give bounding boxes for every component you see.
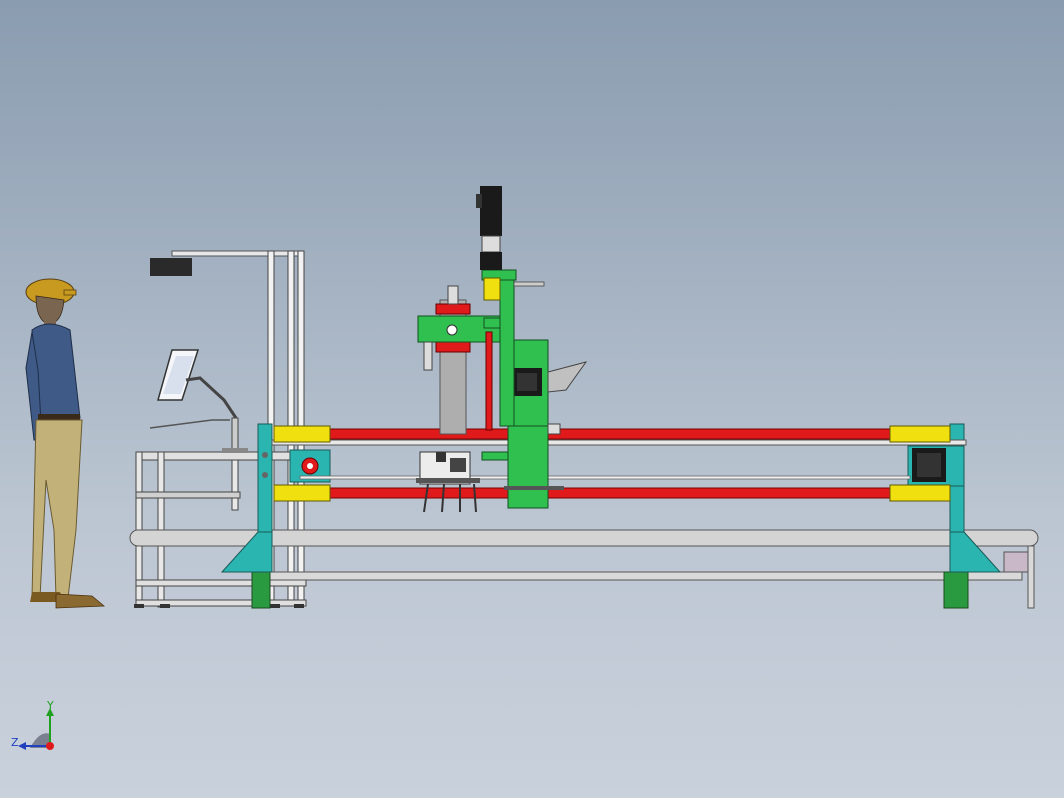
spindle-column [435,285,471,435]
cad-viewport[interactable]: Y Z [0,0,1064,798]
coordinate-triad-icon [18,708,54,750]
main-carriage [481,269,588,509]
monitor [149,349,248,453]
linear-rails [271,425,967,502]
human-figure [25,278,106,609]
cad-model[interactable] [0,0,1064,798]
y-axis-label: Y [47,699,54,712]
servo-motor [476,186,502,301]
gripper-assembly [416,451,480,513]
z-axis-label: Z [11,736,19,749]
